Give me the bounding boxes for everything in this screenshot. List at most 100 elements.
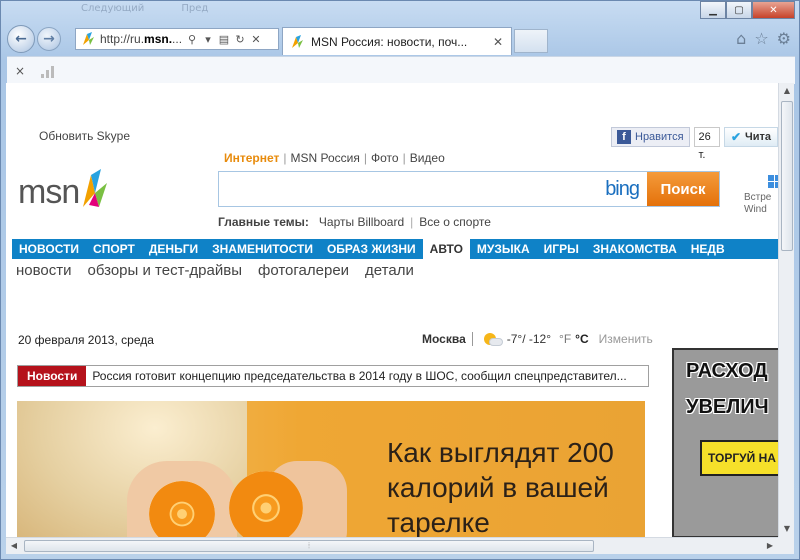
scroll-right-icon[interactable]: ▶ (762, 538, 778, 554)
forward-button[interactable]: → (37, 27, 61, 51)
search-scope-tabs: Интернет | MSN Россия | Фото | Видео (224, 151, 445, 165)
ghost-title: Следующий (81, 3, 145, 14)
twitter-label: Чита (745, 131, 771, 143)
scrollbar-thumb[interactable] (781, 101, 793, 251)
back-button[interactable]: ← (7, 25, 35, 53)
ghost-titles: Следующий Пред (81, 3, 242, 14)
weather-change-link[interactable]: Изменить (599, 332, 653, 346)
category-realty[interactable]: НЕДВ (684, 239, 732, 259)
tab-msn[interactable]: MSN Россия: новости, поч... ✕ (282, 27, 512, 55)
subnav-parts[interactable]: детали (365, 262, 414, 279)
home-icon[interactable]: ⌂ (736, 29, 746, 48)
unit-fahrenheit[interactable]: °F (559, 332, 571, 346)
topics-label: Главные темы: (218, 215, 309, 229)
msn-butterfly-icon (83, 169, 108, 207)
hero-feature[interactable]: Как выглядят 200 калорий в вашей тарелке (17, 401, 645, 537)
social-buttons: f Нравится 26 т. ✔ Чита (611, 127, 778, 161)
promo-line: Встре (744, 192, 772, 203)
maximize-button[interactable]: ▢ (726, 1, 752, 19)
page-viewport: Обновить Skype f Нравится 26 т. ✔ Чита m… (6, 83, 778, 537)
navigation-buttons: ← → (7, 23, 61, 55)
msn-logo[interactable]: msn (18, 169, 109, 209)
favorites-star-icon[interactable]: ☆ (754, 29, 768, 48)
ticker-headline[interactable]: Россия готовит концепцию председательств… (86, 369, 626, 383)
partly-cloudy-icon (481, 331, 503, 347)
search-icon[interactable]: ⚲ (184, 33, 200, 46)
subnav-reviews[interactable]: обзоры и тест-драйвы (88, 262, 242, 279)
skype-update-link[interactable]: Обновить Skype (39, 129, 130, 143)
unit-celsius[interactable]: °C (575, 332, 588, 346)
scope-photo[interactable]: Фото (371, 151, 399, 165)
weather-widget: Москва -7°/ -12° °F °C Изменить (422, 331, 653, 347)
stop-icon[interactable]: ✕ (248, 33, 264, 46)
compatibility-icon[interactable]: ▤ (216, 33, 232, 46)
notification-bar: × (7, 56, 795, 84)
category-games[interactable]: ИГРЫ (537, 239, 586, 259)
promo-line: Wind (744, 204, 767, 215)
bing-logo: bing (605, 177, 640, 200)
category-dating[interactable]: ЗНАКОМСТВА (586, 239, 684, 259)
scroll-down-icon[interactable]: ▼ (779, 521, 795, 537)
toolbar-icons: ⌂ ☆ ⚙ (736, 29, 791, 48)
weather-temps: -7°/ -12° (506, 332, 552, 346)
loading-signal-icon (41, 64, 55, 78)
search-box: bing Поиск (218, 171, 720, 207)
windows-logo-icon (768, 175, 778, 188)
scope-video[interactable]: Видео (410, 151, 445, 165)
ad-text: УВЕЛИЧ (686, 396, 769, 418)
scroll-left-icon[interactable]: ◀ (6, 538, 22, 554)
tab-title: MSN Россия: новости, поч... (311, 34, 468, 49)
search-button[interactable]: Поиск (647, 172, 719, 206)
facebook-icon: f (617, 130, 631, 144)
category-news[interactable]: НОВОСТИ (12, 239, 86, 259)
twitter-button[interactable]: ✔ Чита (723, 127, 778, 147)
category-auto[interactable]: АВТО (422, 239, 470, 259)
minimize-button[interactable]: ▁ (700, 1, 726, 19)
close-window-button[interactable]: ✕ (752, 1, 795, 19)
dropdown-arrow-icon[interactable]: ▾ (200, 33, 216, 46)
refresh-icon[interactable]: ↻ (232, 33, 248, 46)
msn-favicon-icon (83, 32, 94, 45)
category-lifestyle[interactable]: ОБРАЗ ЖИЗНИ (320, 239, 423, 259)
ghost-title: Пред (181, 3, 209, 14)
topic-link[interactable]: Чарты Billboard (319, 215, 404, 229)
search-input[interactable] (223, 174, 606, 204)
news-ticker: Новости Россия готовит концепцию председ… (17, 365, 649, 387)
ad-cta-button[interactable]: ТОРГУЙ НА (700, 440, 778, 476)
category-sport[interactable]: СПОРТ (86, 239, 142, 259)
close-tab-icon[interactable]: ✕ (493, 35, 503, 49)
topic-link[interactable]: Все о спорте (419, 215, 491, 229)
category-celebrities[interactable]: ЗНАМЕНИТОСТИ (205, 239, 320, 259)
hero-headline[interactable]: Как выглядят 200 калорий в вашей тарелке (387, 435, 637, 537)
auto-subnav: новости обзоры и тест-драйвы фотогалереи… (16, 262, 414, 279)
like-count: 26 т. (693, 127, 720, 161)
scrollbar-thumb[interactable]: ⦙ (24, 540, 594, 552)
logo-text: msn (18, 173, 80, 211)
gear-icon[interactable]: ⚙ (777, 29, 791, 48)
weather-city[interactable]: Москва (422, 332, 473, 346)
current-date: 20 февраля 2013, среда (18, 333, 154, 347)
windows-promo[interactable]: Встре Wind (744, 175, 778, 216)
advertisement[interactable]: РАСХОД УВЕЛИЧ ТОРГУЙ НА (672, 348, 778, 537)
ticker-label[interactable]: Новости (18, 366, 87, 386)
category-music[interactable]: МУЗЫКА (470, 239, 537, 259)
orange-image (229, 471, 303, 537)
top-topics: Главные темы: Чарты Billboard | Все о спорт… (218, 215, 491, 229)
scroll-up-icon[interactable]: ▲ (779, 83, 795, 99)
subnav-galleries[interactable]: фотогалереи (258, 262, 349, 279)
close-bar-icon[interactable]: × (15, 64, 25, 78)
scope-msn[interactable]: MSN Россия (291, 151, 360, 165)
scope-web[interactable]: Интернет (224, 151, 279, 165)
category-money[interactable]: ДЕНЬГИ (142, 239, 205, 259)
address-bar[interactable]: http://ru.msn.... ⚲ ▾ ▤ ↻ ✕ (75, 28, 279, 50)
horizontal-scrollbar[interactable]: ◀ ⦙ ▶ (6, 537, 778, 554)
new-tab-button[interactable] (514, 29, 548, 53)
twitter-bird-icon: ✔ (730, 130, 741, 144)
like-label: Нравится (635, 131, 684, 143)
subnav-news[interactable]: новости (16, 262, 72, 279)
address-url[interactable]: http://ru.msn.... (100, 32, 184, 46)
ad-text: РАСХОД (686, 360, 768, 382)
facebook-like-button[interactable]: f Нравится (611, 127, 690, 147)
vertical-scrollbar[interactable]: ▲ ▼ (778, 83, 794, 537)
msn-favicon-icon (292, 34, 303, 48)
